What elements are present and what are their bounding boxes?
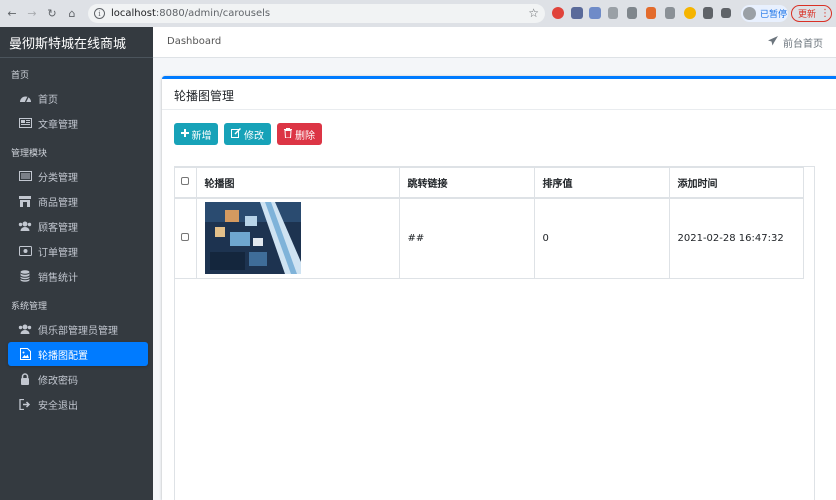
trash-icon	[284, 127, 292, 141]
paper-plane-icon	[768, 36, 778, 49]
sidebar-item-carousels[interactable]: 轮播图配置	[8, 342, 148, 366]
plus-icon	[180, 128, 189, 140]
select-all-cell	[175, 167, 197, 199]
store-icon	[18, 195, 32, 207]
site-info-icon[interactable]: i	[94, 8, 105, 19]
sidebar-item-label: 俱乐部管理员管理	[38, 325, 118, 337]
bookmark-star-icon[interactable]: ☆	[528, 6, 539, 20]
extension-shield-icon[interactable]	[571, 7, 583, 19]
url-text: localhost:8080/admin/carousels	[111, 8, 271, 19]
row-select-cell	[175, 197, 197, 279]
extension-pocket-icon[interactable]	[627, 7, 637, 19]
select-all-checkbox[interactable]	[181, 176, 190, 185]
lock-icon	[18, 373, 32, 385]
sidebar-item-label: 修改密码	[38, 375, 78, 387]
sidebar-item-label: 顾客管理	[38, 222, 78, 234]
nav-header-management: 管理模块	[11, 148, 48, 159]
browser-toolbar: ← → ↻ ⌂ i localhost:8080/admin/carousels…	[0, 0, 836, 27]
column-header-link: 跳转链接	[398, 167, 535, 199]
carousel-table: 轮播图 跳转链接 排序值 添加时间 ## 0 2021-02-28 16:47:…	[175, 167, 804, 279]
sidebar-item-club-admins[interactable]: 俱乐部管理员管理	[8, 317, 148, 341]
home-icon[interactable]: ⌂	[64, 6, 80, 22]
newspaper-icon	[18, 118, 32, 128]
reload-icon[interactable]: ↻	[44, 6, 60, 22]
add-button-label: 新增	[191, 130, 212, 142]
card-divider	[162, 109, 836, 110]
database-icon	[18, 270, 32, 282]
sidebar-item-label: 文章管理	[38, 119, 78, 131]
table-header-row: 轮播图 跳转链接 排序值 添加时间	[175, 167, 804, 199]
edit-button[interactable]: 修改	[224, 123, 271, 145]
link-cell: ##	[398, 197, 535, 279]
avatar	[743, 7, 756, 20]
delete-button-label: 删除	[295, 130, 315, 142]
profile-status-label: 已暂停	[760, 10, 788, 20]
sidebar-item-label: 订单管理	[38, 247, 78, 259]
edit-button-label: 修改	[244, 130, 264, 142]
tachometer-icon	[18, 93, 32, 104]
forward-icon[interactable]: →	[24, 6, 40, 22]
column-header-sort: 排序值	[533, 167, 670, 199]
add-button[interactable]: 新增	[174, 123, 218, 145]
table-row[interactable]: ## 0 2021-02-28 16:47:32	[175, 197, 804, 279]
sidebar-item-logout[interactable]: 安全退出	[8, 392, 148, 416]
update-button[interactable]: 更新 ⋮	[791, 5, 832, 22]
top-navbar: Dashboard 前台首页	[153, 27, 836, 58]
image-cell	[195, 197, 400, 279]
sidebar-item-label: 商品管理	[38, 197, 78, 209]
update-label: 更新	[798, 10, 817, 20]
back-icon[interactable]: ←	[4, 6, 20, 22]
card-title: 轮播图管理	[174, 89, 235, 103]
edit-icon	[231, 127, 242, 141]
menu-dots-icon[interactable]: ⋮	[820, 8, 830, 19]
front-page-link[interactable]: 前台首页	[768, 35, 823, 50]
table-container[interactable]: 轮播图 跳转链接 排序值 添加时间 ## 0 2021-02-28 16:47:…	[174, 166, 815, 500]
extension-puzzle-icon[interactable]	[703, 7, 713, 19]
users-icon	[18, 324, 32, 334]
carousel-card: 轮播图管理 新增 修改 删除 轮播图 跳转链接 排序值 添加时间 ## 0 20…	[162, 76, 836, 500]
nav-header-system: 系统管理	[11, 301, 48, 312]
list-alt-icon	[18, 171, 32, 181]
address-bar[interactable]: i localhost:8080/admin/carousels ☆	[88, 4, 545, 23]
extension-code-icon[interactable]	[608, 7, 618, 19]
front-page-label: 前台首页	[783, 39, 823, 50]
sort-cell: 0	[533, 197, 670, 279]
receipt-icon	[18, 246, 32, 256]
sidebar-item-articles[interactable]: 文章管理	[8, 111, 148, 135]
image-icon	[18, 348, 32, 360]
nav-header-home: 首页	[11, 70, 30, 81]
column-header-image: 轮播图	[195, 167, 400, 199]
sidebar-item-label: 轮播图配置	[38, 350, 88, 362]
sidebar-item-change-password[interactable]: 修改密码	[8, 367, 148, 391]
profile-button[interactable]: 已暂停	[741, 5, 788, 22]
sidebar-item-label: 安全退出	[38, 400, 78, 412]
created-cell: 2021-02-28 16:47:32	[668, 197, 804, 279]
sidebar-item-sales[interactable]: 销售统计	[8, 264, 148, 288]
delete-button[interactable]: 删除	[277, 123, 322, 145]
extension-translate-icon[interactable]	[589, 7, 601, 19]
sidebar-item-products[interactable]: 商品管理	[8, 189, 148, 213]
extension-clipboard-icon[interactable]	[665, 7, 675, 19]
breadcrumb[interactable]: Dashboard	[167, 36, 221, 47]
brand-title[interactable]: 曼彻斯特城在线商城	[0, 27, 153, 58]
row-checkbox[interactable]	[181, 232, 190, 241]
extension-chrome-icon[interactable]	[684, 7, 696, 19]
sidebar-item-label: 销售统计	[38, 272, 78, 284]
column-header-created: 添加时间	[668, 167, 804, 199]
extension-opera-icon[interactable]	[552, 7, 564, 19]
carousel-thumbnail[interactable]	[204, 202, 301, 275]
sidebar-item-label: 分类管理	[38, 172, 78, 184]
sidebar-item-label: 首页	[38, 94, 58, 106]
sidebar-item-home[interactable]: 首页	[8, 86, 148, 110]
users-icon	[18, 221, 32, 231]
sidebar-item-orders[interactable]: 订单管理	[8, 239, 148, 263]
sidebar-item-categories[interactable]: 分类管理	[8, 164, 148, 188]
sign-out-icon	[18, 398, 32, 410]
sidebar: 曼彻斯特城在线商城 首页 首页 文章管理 管理模块 分类管理 商品管理 顾客管理…	[0, 27, 153, 500]
sidebar-item-customers[interactable]: 顾客管理	[8, 214, 148, 238]
extension-tree-icon[interactable]	[646, 7, 656, 19]
reading-list-icon[interactable]	[721, 8, 731, 18]
